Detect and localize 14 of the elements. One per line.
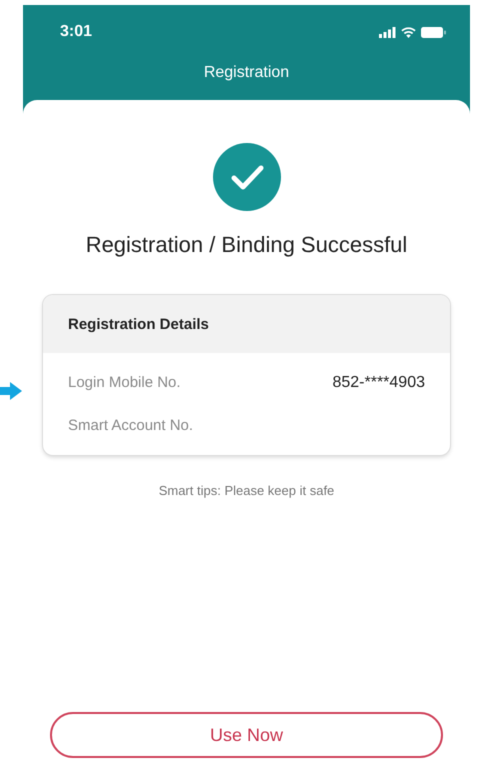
screen-title: Registration bbox=[202, 63, 290, 83]
wifi-icon bbox=[401, 26, 416, 38]
battery-icon bbox=[421, 26, 446, 38]
signal-icon bbox=[379, 26, 396, 38]
tip-text: Smart tips: Please keep it safe bbox=[158, 483, 336, 498]
use-now-button[interactable]: Use Now bbox=[50, 712, 443, 758]
field-value: 852-****4903 bbox=[332, 374, 425, 392]
arrow-icon bbox=[0, 382, 22, 400]
field-label: Login Mobile No. bbox=[68, 374, 181, 391]
status-time: 3:01 bbox=[60, 23, 92, 41]
field-label: Smart Account No. bbox=[68, 417, 194, 434]
checkmark-icon bbox=[212, 143, 280, 211]
card-title: Registration Details bbox=[43, 295, 450, 353]
success-message: Registration / Binding Successful bbox=[84, 231, 408, 259]
